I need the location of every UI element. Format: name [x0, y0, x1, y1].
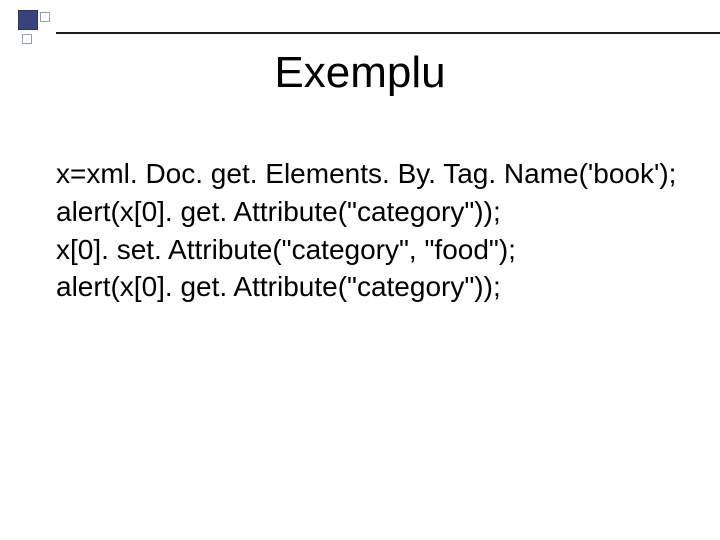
slide-body: x=xml. Doc. get. Elements. By. Tag. Name…	[56, 155, 680, 306]
slide-title: Exemplu	[0, 48, 720, 98]
square-icon	[18, 10, 38, 30]
horizontal-rule	[56, 32, 720, 34]
code-line: alert(x[0]. get. Attribute("category"));	[56, 193, 680, 231]
square-icon	[22, 34, 32, 44]
code-line: x[0]. set. Attribute("category", "food")…	[56, 231, 680, 269]
code-line: x=xml. Doc. get. Elements. By. Tag. Name…	[56, 155, 680, 193]
code-line: alert(x[0]. get. Attribute("category"));	[56, 268, 680, 306]
square-icon	[40, 12, 50, 22]
slide: Exemplu x=xml. Doc. get. Elements. By. T…	[0, 0, 720, 540]
